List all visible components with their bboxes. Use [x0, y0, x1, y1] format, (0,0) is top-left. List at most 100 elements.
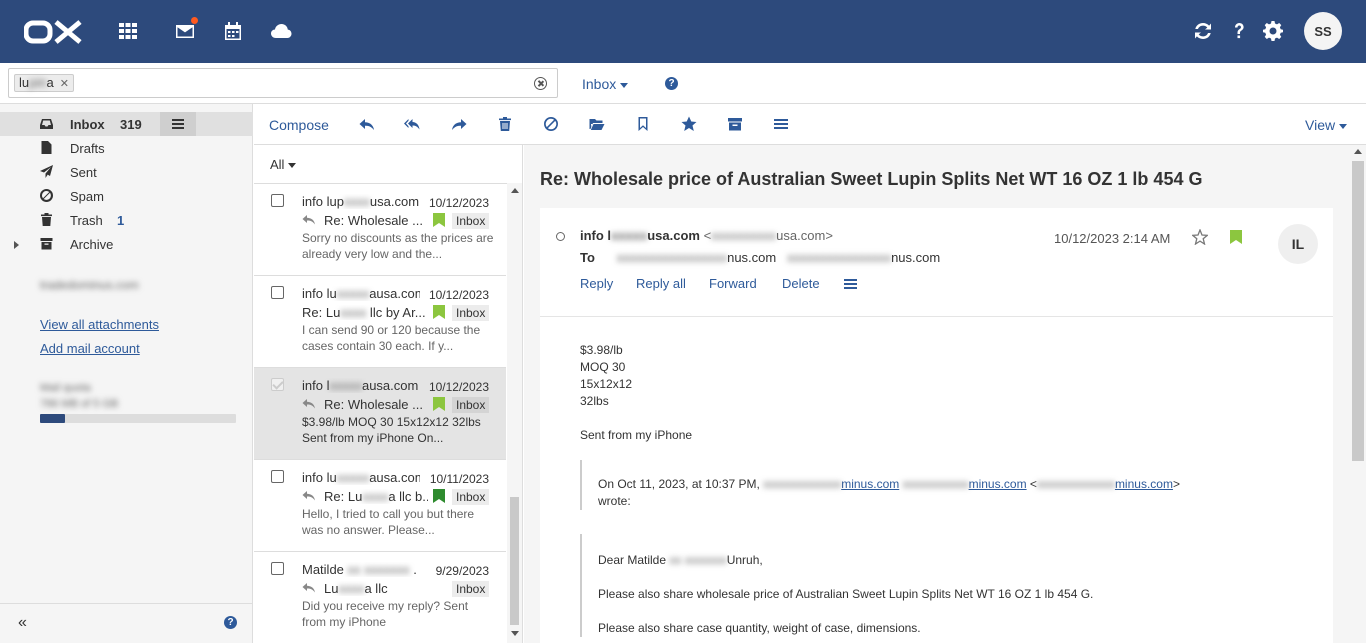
- mail-sender: Matilde xx xxxxxxx .: [302, 562, 417, 577]
- mail-list-item[interactable]: info luxxxxxausa.com 10/12/2023 Re: Luxx…: [254, 276, 506, 368]
- mail-list-item[interactable]: info lupxxxxusa.com 10/12/2023 Re: Whole…: [254, 184, 506, 276]
- mail-select-checkbox[interactable]: [271, 194, 284, 207]
- ox-logo[interactable]: [24, 20, 84, 44]
- detail-scroll-thumb[interactable]: [1352, 161, 1364, 461]
- sidebar-help-icon[interactable]: ?: [224, 616, 237, 629]
- mail-toolbar: Compose View: [254, 104, 1366, 145]
- view-dropdown[interactable]: View: [1305, 117, 1348, 133]
- more-actions-icon[interactable]: [773, 116, 789, 132]
- sidebar-footer-divider: [0, 603, 253, 604]
- flag-icon: [433, 213, 445, 227]
- flag-icon[interactable]: [1230, 230, 1242, 244]
- folder-sidebar: Inbox 319 Drafts Sent Spam Trash 1 Archi…: [0, 104, 253, 643]
- scroll-up-icon[interactable]: [1354, 149, 1362, 154]
- mail-detail-pane: Re: Wholesale price of Australian Sweet …: [524, 145, 1366, 643]
- mark-as-spam-icon[interactable]: [543, 116, 559, 132]
- app-launcher-icon[interactable]: [117, 20, 139, 42]
- flag-bookmark-icon[interactable]: [635, 116, 651, 132]
- search-folder-dropdown[interactable]: Inbox: [582, 76, 629, 92]
- quoted-sender-link[interactable]: xxxxxxxxxxxxxminus.com: [1037, 477, 1173, 491]
- replied-icon: [302, 398, 316, 410]
- expand-arrow-icon[interactable]: [14, 241, 19, 249]
- list-filter-dropdown[interactable]: All: [270, 157, 297, 172]
- reply-all-icon[interactable]: [404, 116, 420, 132]
- folder-inbox[interactable]: Inbox 319: [0, 112, 253, 136]
- mail-list-item[interactable]: Matilde xx xxxxxxx . 9/29/2023 Luxxxxa l…: [254, 552, 506, 643]
- read-status-icon[interactable]: [556, 232, 565, 241]
- forward-button[interactable]: Forward: [709, 276, 757, 291]
- unread-indicator: [191, 17, 198, 24]
- mail-subject: Re: Luxxxx llc by Ar...: [302, 305, 426, 320]
- collapse-sidebar-icon[interactable]: «: [18, 614, 27, 632]
- mail-date: 10/12/2023: [428, 288, 489, 302]
- spam-icon: [40, 189, 53, 202]
- mail-list-item-selected[interactable]: info lxxxxxausa.com 10/12/2023 Re: Whole…: [254, 368, 506, 460]
- sender-avatar: IL: [1278, 224, 1318, 264]
- mail-preview: $3.98/lb MOQ 30 15x12x12 32lbs Sent from…: [302, 415, 481, 445]
- reply-icon[interactable]: [359, 116, 375, 132]
- mail-list-item[interactable]: info luxxxxxausa.com 10/11/2023 Re: Luxx…: [254, 460, 506, 552]
- archive-icon[interactable]: [727, 116, 743, 132]
- calendar-icon[interactable]: [222, 20, 244, 42]
- list-scrollbar[interactable]: [507, 183, 522, 643]
- help-icon[interactable]: [1228, 20, 1250, 42]
- star-outline-icon[interactable]: [1192, 229, 1208, 245]
- mail-select-checkbox[interactable]: [271, 378, 284, 391]
- mail-detail-recipients[interactable]: To xxxxxxxxxxxxxxxxxnus.com xxxxxxxxxxxx…: [580, 250, 940, 265]
- replied-icon: [302, 214, 316, 226]
- trash-icon: [40, 213, 53, 226]
- mail-select-checkbox[interactable]: [271, 470, 284, 483]
- settings-gear-icon[interactable]: [1262, 20, 1284, 42]
- add-mail-account-link[interactable]: Add mail account: [40, 341, 140, 356]
- search-token[interactable]: lupina ✕: [14, 74, 74, 92]
- top-bar: SS: [0, 0, 1366, 63]
- quoted-sender-link[interactable]: xxxxxxxxxxxminus.com: [903, 477, 1027, 491]
- folder-options-menu-icon[interactable]: [160, 112, 196, 136]
- folder-drafts[interactable]: Drafts: [0, 136, 253, 160]
- folder-trash[interactable]: Trash 1: [0, 208, 253, 232]
- mail-date: 9/29/2023: [435, 564, 489, 578]
- list-scroll-thumb[interactable]: [510, 497, 519, 625]
- reply-all-button[interactable]: Reply all: [636, 276, 686, 291]
- mail-detail-sender[interactable]: info lxxxxxusa.com <xxxxxxxxxxusa.com>: [580, 228, 833, 243]
- mail-date: 10/12/2023: [428, 380, 489, 394]
- quoted-sender-link[interactable]: xxxxxxxxxxxxxminus.com: [763, 477, 899, 491]
- remove-token-icon[interactable]: ✕: [60, 78, 69, 90]
- mail-icon[interactable]: [174, 17, 198, 42]
- mail-sender: info luxxxxxausa.com: [302, 470, 420, 485]
- drafts-icon: [40, 141, 53, 154]
- search-input[interactable]: lupina ✕: [8, 68, 558, 98]
- folder-archive[interactable]: Archive: [0, 232, 253, 256]
- folder-sent[interactable]: Sent: [0, 160, 253, 184]
- more-actions-icon[interactable]: [844, 278, 857, 293]
- detail-scrollbar[interactable]: [1350, 145, 1366, 643]
- sent-icon: [40, 165, 53, 178]
- account-name[interactable]: tradedominus.com: [40, 278, 139, 292]
- delete-button[interactable]: Delete: [782, 276, 820, 291]
- delete-icon[interactable]: [497, 116, 513, 132]
- quota-progress-bar: [40, 414, 236, 423]
- user-avatar[interactable]: SS: [1304, 12, 1342, 50]
- forward-icon[interactable]: [451, 116, 467, 132]
- scroll-down-icon[interactable]: [511, 631, 519, 636]
- star-icon[interactable]: [681, 116, 697, 132]
- flag-icon: [433, 305, 445, 319]
- move-to-folder-icon[interactable]: [589, 116, 605, 132]
- mail-select-checkbox[interactable]: [271, 286, 284, 299]
- folder-badge: Inbox: [452, 581, 490, 597]
- scroll-up-icon[interactable]: [511, 188, 519, 193]
- folder-badge: Inbox: [452, 397, 490, 413]
- mail-subject: Re: Wholesale ...: [324, 213, 423, 228]
- search-help-icon[interactable]: ?: [665, 77, 678, 90]
- mail-date: 10/12/2023: [428, 196, 489, 210]
- cloud-drive-icon[interactable]: [270, 20, 292, 42]
- refresh-icon[interactable]: [1192, 20, 1214, 42]
- replied-icon: [302, 582, 316, 594]
- view-all-attachments-link[interactable]: View all attachments: [40, 317, 159, 332]
- quoted-message: Dear Matilde xx xxxxxxxUnruh, Please als…: [580, 534, 1310, 637]
- folder-spam[interactable]: Spam: [0, 184, 253, 208]
- clear-search-icon[interactable]: [534, 77, 547, 90]
- compose-button[interactable]: Compose: [269, 117, 329, 133]
- mail-select-checkbox[interactable]: [271, 562, 284, 575]
- reply-button[interactable]: Reply: [580, 276, 613, 291]
